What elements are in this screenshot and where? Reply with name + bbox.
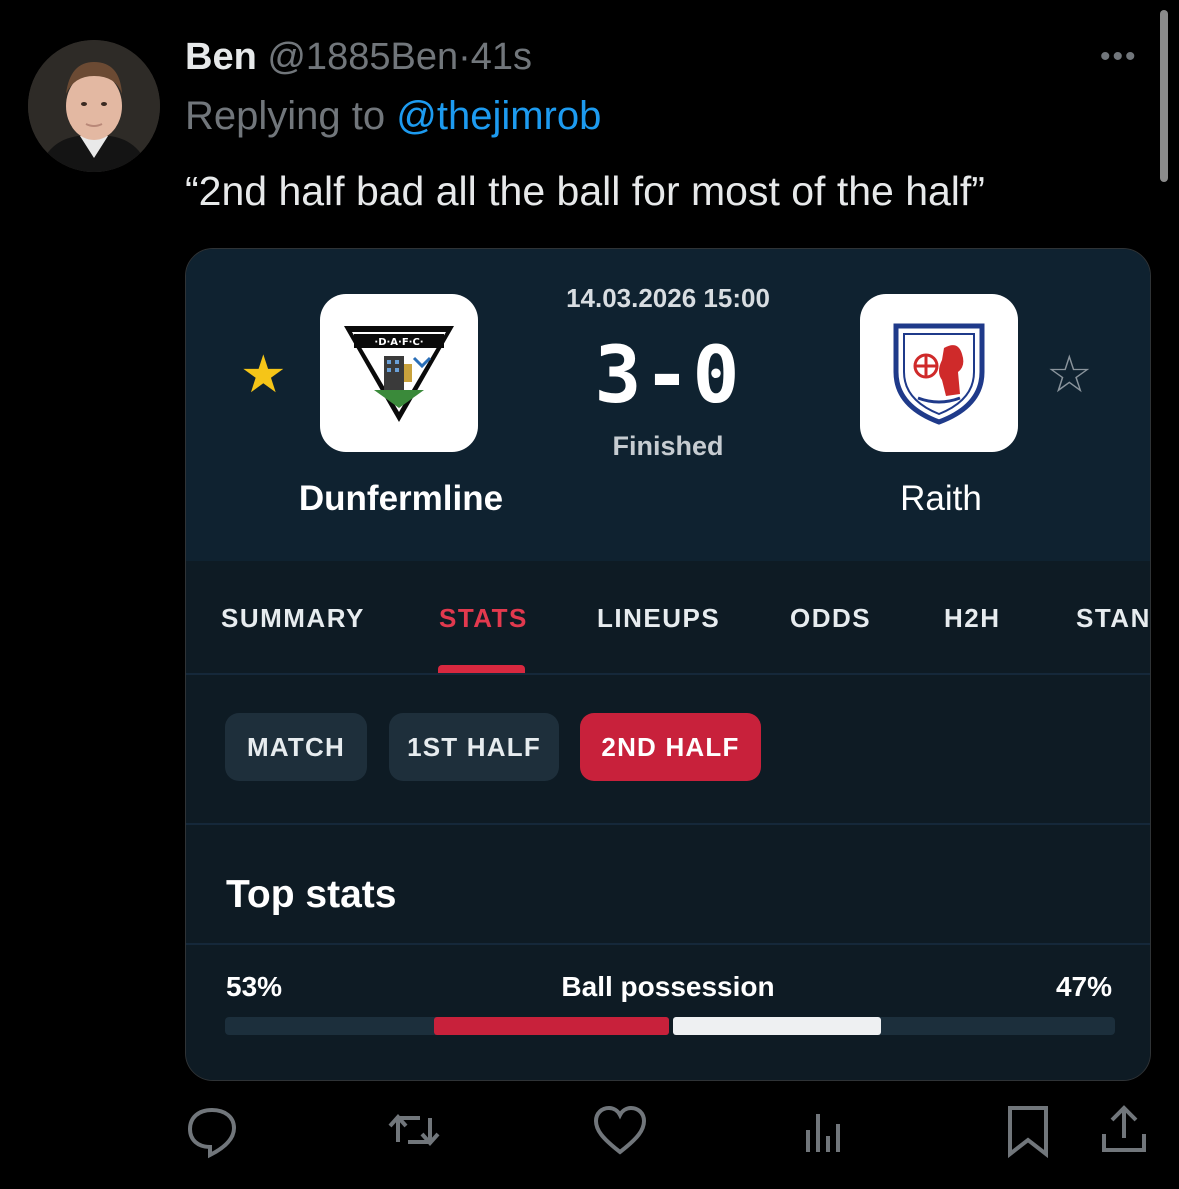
stat-label: Ball possession: [561, 971, 775, 1002]
tweet-header: Ben @1885Ben·41s: [185, 36, 532, 79]
away-team-logo: [860, 294, 1018, 452]
avatar-photo: [28, 40, 160, 172]
avatar[interactable]: [28, 40, 160, 172]
stat-home-value: 53%: [226, 971, 283, 1002]
active-tab-indicator: [438, 665, 525, 673]
period-selector: MATCH 1ST HALF 2ND HALF: [186, 675, 1150, 825]
share-icon[interactable]: [1094, 1100, 1154, 1160]
author-handle[interactable]: @1885Ben: [267, 36, 458, 78]
home-team-name[interactable]: Dunfermline: [246, 479, 556, 519]
stat-away-value: 47%: [1055, 971, 1112, 1002]
match-tabs: SUMMARY STATS LINEUPS ODDS H2H STAN: [186, 561, 1150, 675]
tweet-time[interactable]: 41s: [471, 36, 532, 78]
section-title: Top stats: [226, 873, 397, 916]
reply-icon[interactable]: [182, 1100, 242, 1160]
more-horizontal-icon[interactable]: •••: [1100, 40, 1138, 74]
match-score: 3-0: [594, 331, 742, 421]
tab-standings[interactable]: STAN: [1076, 603, 1150, 634]
tab-h2h[interactable]: H2H: [944, 603, 1001, 634]
match-screenshot[interactable]: ★ ·D·A·F·C· ☆ Dunfermline Raith 14.03.20…: [185, 248, 1151, 1081]
home-team-logo: ·D·A·F·C·: [320, 294, 478, 452]
away-team-name[interactable]: Raith: [786, 479, 1096, 519]
dunfermline-crest-icon: ·D·A·F·C·: [344, 326, 454, 422]
tab-summary[interactable]: SUMMARY: [221, 603, 365, 634]
match-status: Finished: [612, 431, 724, 461]
star-outline-icon[interactable]: ☆: [1046, 349, 1093, 401]
top-stats-section: Top stats: [186, 825, 1150, 945]
views-icon[interactable]: [794, 1100, 854, 1160]
period-2nd-half-button[interactable]: 2ND HALF: [580, 713, 761, 781]
scrollbar[interactable]: [1160, 10, 1168, 182]
tweet-text: “2nd half bad all the ball for most of t…: [185, 168, 985, 214]
replying-prefix: Replying to: [185, 94, 386, 138]
stat-row-ball-possession: 53% Ball possession 47%: [186, 945, 1150, 1080]
tab-odds[interactable]: ODDS: [790, 603, 871, 634]
away-possession-bar: [673, 1017, 881, 1035]
separator-dot: ·: [458, 36, 471, 78]
match-header: ★ ·D·A·F·C· ☆ Dunfermline Raith 14.03.20…: [186, 249, 1150, 561]
replying-mention[interactable]: @thejimrob: [396, 94, 601, 138]
author-name[interactable]: Ben: [185, 36, 257, 78]
home-possession-bar: [434, 1017, 669, 1035]
period-match-button[interactable]: MATCH: [225, 713, 367, 781]
tweet-actions: [0, 1100, 1179, 1164]
bookmark-icon[interactable]: [998, 1100, 1058, 1160]
star-filled-icon[interactable]: ★: [240, 349, 287, 401]
match-datetime: 14.03.2026 15:00: [566, 283, 770, 313]
raith-crest-icon: [893, 323, 985, 425]
like-icon[interactable]: [590, 1100, 650, 1160]
retweet-icon[interactable]: [384, 1100, 444, 1160]
crest-lettering: ·D·A·F·C·: [374, 337, 423, 348]
period-1st-half-button[interactable]: 1ST HALF: [389, 713, 559, 781]
tab-stats[interactable]: STATS: [439, 603, 528, 634]
replying-to: Replying to @thejimrob: [185, 94, 601, 139]
tab-lineups[interactable]: LINEUPS: [597, 603, 720, 634]
